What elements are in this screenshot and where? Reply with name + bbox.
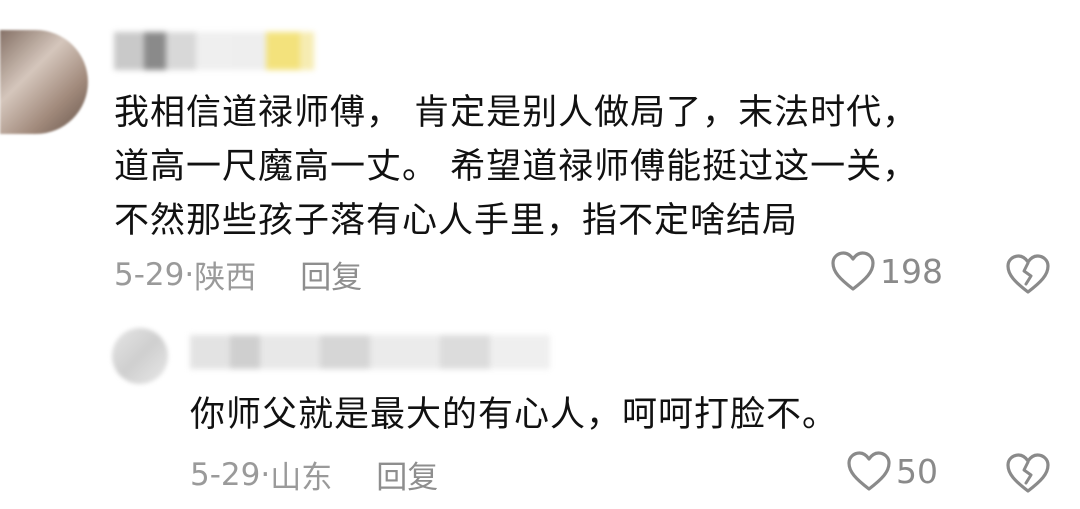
comment-location: 陕西 [194,260,257,296]
comment-body: 我相信道禄师傅， 肯定是别人做局了，末法时代， 道高一尺魔高一丈。 希望道禄师傅… [114,86,1054,248]
reply-date: 5-29 [190,456,261,493]
like-count: 198 [880,251,943,291]
username-blurred[interactable] [114,32,314,70]
reply-meta: 5-29 · 山东 回复 [190,452,438,497]
meta-separator: · [184,256,195,293]
reply-location: 山东 [270,460,333,496]
heart-outline-icon [846,450,892,492]
meta-separator: · [260,456,271,493]
comment-line: 道高一尺魔高一丈。 希望道禄师傅能挺过这一关， [114,147,919,187]
reply-dislike-button[interactable] [1004,452,1052,494]
like-button[interactable]: 198 [830,250,943,292]
reply-button[interactable]: 回复 [376,452,438,497]
reply-like-button[interactable]: 50 [846,450,938,492]
broken-heart-icon [1004,253,1052,295]
reply-body: 你师父就是最大的有心人，呵呵打脸不。 [190,395,839,435]
heart-outline-icon [830,250,876,292]
broken-heart-icon [1004,452,1052,494]
comment-line: 我相信道禄师傅， 肯定是别人做局了，末法时代， [114,93,919,133]
comment-line: 不然那些孩子落有心人手里，指不定啥结局 [114,201,799,241]
comment-date: 5-29 [114,256,185,293]
reply-username-blurred[interactable] [190,335,550,369]
comment-meta: 5-29 · 陕西 回复 [114,252,362,297]
reply-avatar[interactable] [112,328,168,384]
dislike-button[interactable] [1004,253,1052,295]
avatar[interactable] [0,30,88,134]
like-count: 50 [896,451,938,491]
reply-button[interactable]: 回复 [300,252,362,297]
